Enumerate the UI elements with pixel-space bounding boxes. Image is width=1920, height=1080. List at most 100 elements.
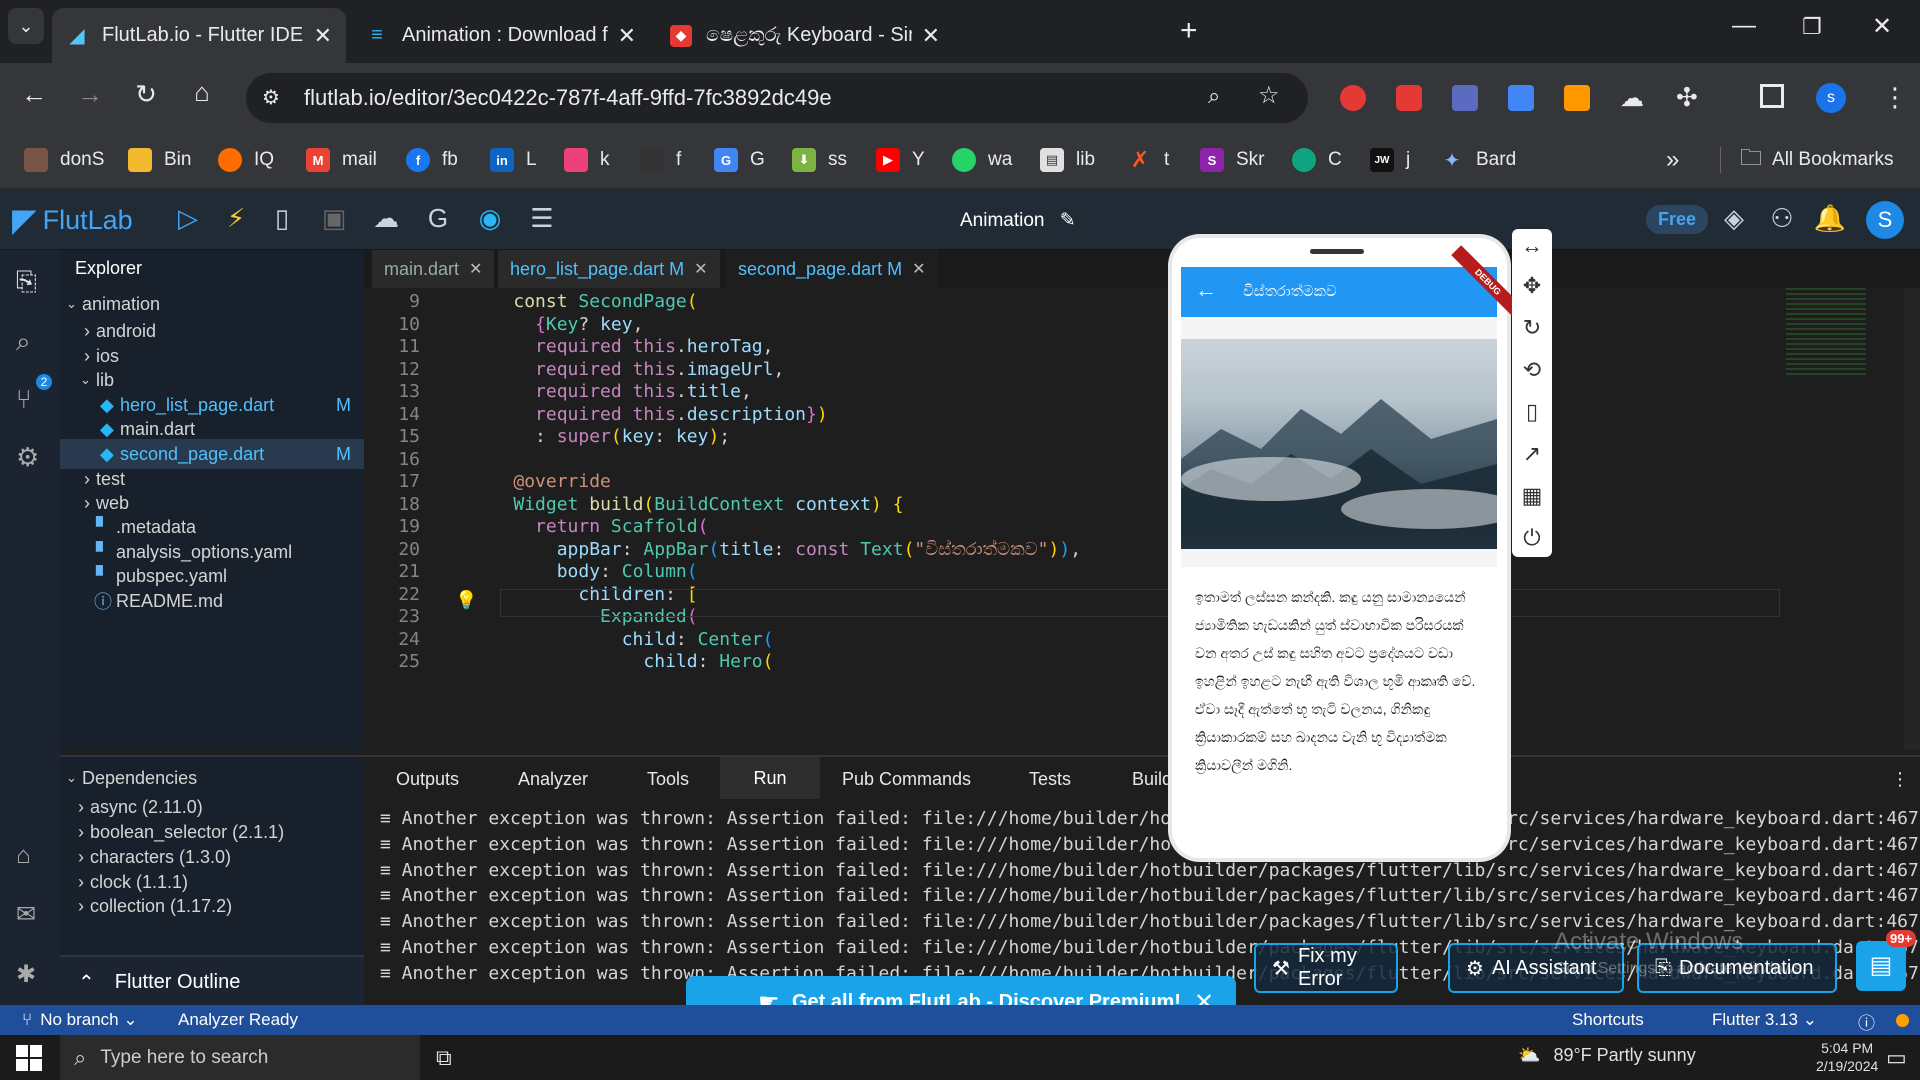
panel-tab-tools[interactable]: Tools [647, 769, 689, 790]
hot-reload-icon[interactable]: ⚡ [218, 203, 254, 234]
git-g-icon[interactable]: G [420, 203, 456, 234]
extension-orange-icon[interactable] [1564, 85, 1590, 111]
flutter-outline-header[interactable]: ⌃ Flutter Outline [60, 955, 364, 1007]
bookmark-whatsapp[interactable]: wa [952, 143, 1012, 177]
close-tab-icon[interactable]: ✕ [922, 23, 940, 49]
reload-icon[interactable]: ↻ [126, 79, 166, 110]
bookmark-iq[interactable]: IQ [218, 143, 274, 177]
device-frame-icon[interactable]: ▯ [1512, 399, 1552, 425]
panel-tab-run[interactable]: Run [720, 757, 820, 799]
extension-adblock-icon[interactable] [1340, 85, 1366, 111]
editor-tab-hero-list[interactable]: hero_list_page.dart M ✕ [498, 250, 721, 288]
bookmark-mail[interactable]: Mmail [306, 143, 377, 177]
device-icon[interactable]: ▯ [264, 203, 300, 234]
extension-cloud-icon[interactable]: ☁ [1620, 84, 1644, 113]
windows-start-icon[interactable] [16, 1045, 42, 1071]
dependency-item[interactable]: › collection (1.17.2) [60, 891, 364, 921]
panel-tab-analyzer[interactable]: Analyzer [518, 769, 588, 790]
debug-bug-icon[interactable]: ✱ [16, 960, 36, 989]
bookmark-k[interactable]: k [564, 143, 610, 177]
bookmark-j[interactable]: JW j [1370, 143, 1410, 177]
profile-avatar[interactable]: s [1816, 83, 1846, 113]
extensions-icon[interactable]: ⌂ [16, 842, 31, 870]
bookmark-skr[interactable]: S Skr [1200, 143, 1265, 177]
hero-mountain-image[interactable] [1181, 339, 1497, 549]
flutter-version-selector[interactable]: Flutter 3.13 ⌄ [1712, 1010, 1817, 1030]
browser-tab-keyboard[interactable]: ◆ ෂෙළකුරු Keyboard - Sinhala V ✕ [656, 8, 954, 63]
address-bar[interactable]: ⚙ flutlab.io/editor/3ec0422c-787f-4aff-9… [246, 73, 1308, 123]
bookmark-linkedin[interactable]: in L [490, 143, 537, 177]
bookmark-youtube[interactable]: ▶ Y [876, 143, 925, 177]
notifications-bell-icon[interactable]: 🔔 [1812, 203, 1848, 234]
minimap[interactable] [1786, 288, 1866, 378]
zoom-icon[interactable]: ⌕ [1208, 83, 1220, 109]
back-icon[interactable]: ← [14, 79, 54, 110]
new-tab-button[interactable]: + [1180, 14, 1198, 48]
cloud-upload-icon[interactable]: ☁ [368, 203, 404, 234]
bookmark-dons[interactable]: donS [24, 143, 104, 177]
rotate-icon[interactable]: ↻ [1512, 315, 1552, 341]
panel-tab-tests[interactable]: Tests [1029, 769, 1071, 790]
bookmark-bard[interactable]: ✦ Bard [1440, 143, 1517, 177]
flutlab-logo[interactable]: ◤ FlutLab [12, 201, 133, 239]
all-bookmarks-button[interactable]: 🗀 All Bookmarks [1740, 143, 1893, 177]
add-user-icon[interactable]: ⚇ [1764, 203, 1800, 234]
bookmark-bin[interactable]: Bin [128, 143, 191, 177]
extensions-puzzle-icon[interactable]: ✣ [1676, 82, 1698, 113]
more-bookmarks-button[interactable]: » [1666, 143, 1679, 177]
save-icon[interactable]: ▣ [316, 203, 352, 234]
taskbar-search-box[interactable]: ⌕ Type here to search [60, 1035, 420, 1080]
bookmark-ss[interactable]: ⬇ ss [792, 143, 847, 177]
user-avatar[interactable]: S [1866, 201, 1904, 239]
plan-badge[interactable]: Free [1646, 205, 1709, 234]
source-control-icon[interactable]: ⑂ [16, 384, 32, 415]
tree-item[interactable]: ⓘ README.md [60, 586, 364, 616]
minimize-icon[interactable]: — [1732, 12, 1756, 40]
chat-button[interactable]: ▤ [1856, 941, 1906, 991]
weather-widget[interactable]: ⛅ 89°F Partly sunny [1518, 1045, 1696, 1066]
close-tab-icon[interactable]: ✕ [469, 259, 482, 279]
extension-video-icon[interactable] [1396, 85, 1422, 111]
bookmark-star-icon[interactable]: ☆ [1258, 81, 1280, 110]
move-icon[interactable]: ✥ [1512, 273, 1552, 299]
target-icon[interactable]: ◉ [472, 203, 508, 234]
shortcuts-button[interactable]: Shortcuts [1572, 1010, 1644, 1030]
back-arrow-icon[interactable]: ← [1195, 277, 1217, 303]
close-window-icon[interactable]: ✕ [1872, 12, 1892, 41]
power-icon[interactable]: ⏻ [1512, 525, 1552, 551]
search-icon[interactable]: ⌕ [16, 326, 31, 358]
rotate-device-icon[interactable]: ⟲ [1512, 357, 1552, 383]
tab-search-button[interactable]: ⌄ [8, 8, 44, 44]
bookmark-f[interactable]: f [640, 143, 681, 177]
edit-pencil-icon[interactable]: ✎ [1060, 210, 1076, 231]
lightbulb-icon[interactable]: 💡 [455, 590, 477, 611]
notification-center-icon[interactable]: ▭ [1886, 1045, 1907, 1071]
panel-tab-build[interactable]: Build [1132, 769, 1172, 790]
site-info-icon[interactable]: ⚙ [262, 85, 280, 110]
run-icon[interactable]: ▷ [170, 203, 206, 234]
explorer-files-icon[interactable]: ⎘ [16, 266, 37, 298]
bookmark-chatgpt[interactable]: C [1292, 143, 1342, 177]
project-title[interactable]: Animation ✎ [960, 209, 1076, 232]
dependencies-header[interactable]: ⌄ Dependencies [60, 763, 364, 793]
branch-selector[interactable]: ⑂ No branch ⌄ [22, 1010, 138, 1030]
qr-code-icon[interactable]: ▦ [1512, 483, 1552, 509]
settings-gear-icon[interactable]: ⚙ [16, 442, 39, 473]
bookmark-t[interactable]: ✗ t [1128, 143, 1170, 177]
fix-my-error-button[interactable]: ⚒ Fix my Error [1254, 943, 1398, 993]
bookmark-fb[interactable]: f fb [406, 143, 458, 177]
restore-icon[interactable]: ❐ [1802, 14, 1822, 40]
home-icon[interactable]: ⌂ [182, 77, 222, 108]
clock[interactable]: 5:04 PM 2/19/2024 [1816, 1039, 1878, 1075]
extension-translate-icon[interactable] [1508, 85, 1534, 111]
scrollbar-track[interactable] [1904, 288, 1920, 750]
resize-horizontal-icon[interactable]: ↔ [1512, 233, 1552, 259]
extension-save-icon[interactable] [1452, 85, 1478, 111]
open-external-icon[interactable]: ↗ [1512, 441, 1552, 467]
close-tab-icon[interactable]: ✕ [618, 23, 636, 49]
layers-icon[interactable]: ◈ [1716, 203, 1752, 234]
close-tab-icon[interactable]: ✕ [912, 259, 925, 279]
bookmark-lib[interactable]: ▤ lib [1040, 143, 1095, 177]
close-tab-icon[interactable]: ✕ [314, 23, 332, 49]
close-tab-icon[interactable]: ✕ [694, 259, 707, 279]
